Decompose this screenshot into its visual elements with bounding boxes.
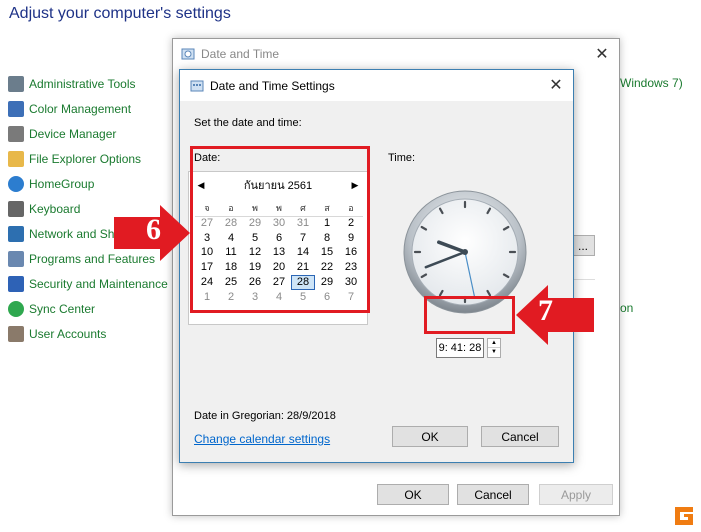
control-panel-item[interactable]: HomeGroup <box>8 171 168 196</box>
control-panel-item-label: Color Management <box>29 101 132 116</box>
control-panel-item-label: Keyboard <box>29 201 81 216</box>
control-panel-item-label: Sync Center <box>29 301 96 316</box>
control-panel-item-label: Administrative Tools <box>29 76 136 91</box>
inner-dialog-title: Date and Time Settings <box>180 70 573 101</box>
control-panel-item-label: HomeGroup <box>29 176 95 191</box>
outer-ok-button[interactable]: OK <box>377 484 449 505</box>
partial-right-text: Windows 7) <box>620 76 683 90</box>
spin-down-icon[interactable]: ▼ <box>488 348 500 357</box>
calendar-app-icon <box>190 79 204 93</box>
instruction-text: Set the date and time: <box>194 117 302 129</box>
gregorian-date-text: Date in Gregorian: 28/9/2018 <box>194 410 336 422</box>
spin-up-icon[interactable]: ▲ <box>488 339 500 348</box>
programs-icon <box>8 250 24 267</box>
keyboard-icon <box>8 200 24 217</box>
control-panel-item-label: Security and Maintenance <box>29 276 168 291</box>
time-input[interactable]: 9: 41: 28 <box>436 338 484 358</box>
control-panel-item[interactable]: Device Manager <box>8 121 168 146</box>
time-label: Time: <box>388 152 416 164</box>
network-icon <box>8 225 24 242</box>
inner-ok-button[interactable]: OK <box>392 426 468 447</box>
device-manager-icon <box>8 125 24 142</box>
date-highlight-box <box>190 146 370 313</box>
control-panel-item[interactable]: User Accounts <box>8 321 168 346</box>
control-panel-item[interactable]: Color Management <box>8 96 168 121</box>
outer-close-button[interactable]: ✕ <box>587 40 617 68</box>
outer-apply-button[interactable]: Apply <box>539 484 613 505</box>
step-7-number: 7 <box>538 294 553 327</box>
outer-dialog-title: Date and Time <box>173 39 619 69</box>
control-panel-item-label: Network and Sha <box>29 226 122 241</box>
control-panel-item-label: File Explorer Options <box>29 151 142 166</box>
control-panel-item[interactable]: File Explorer Options <box>8 146 168 171</box>
flag-icon <box>8 275 24 292</box>
outer-cancel-button[interactable]: Cancel <box>457 484 529 505</box>
control-panel-item[interactable]: Security and Maintenance <box>8 271 168 296</box>
control-panel-item-label: Device Manager <box>29 126 117 141</box>
page-title: Adjust your computer's settings <box>9 5 231 22</box>
admin-tools-icon <box>8 75 24 92</box>
step-7-arrow-icon <box>516 285 594 345</box>
outer-hidden-button[interactable]: ... <box>571 235 595 256</box>
control-panel-item[interactable]: Sync Center <box>8 296 168 321</box>
brand-logo-icon <box>675 507 693 525</box>
inner-close-button[interactable]: ✕ <box>541 71 571 99</box>
inner-cancel-button[interactable]: Cancel <box>481 426 559 447</box>
control-panel-item-label: User Accounts <box>29 326 107 341</box>
homegroup-icon <box>8 175 24 192</box>
change-calendar-settings-link[interactable]: Change calendar settings <box>194 432 330 446</box>
step-6-number: 6 <box>146 213 161 246</box>
sync-icon <box>8 300 24 317</box>
outer-divider <box>571 279 595 280</box>
control-panel-item[interactable]: Administrative Tools <box>8 71 168 96</box>
clock-app-icon <box>181 47 195 61</box>
time-highlight-box <box>424 296 515 334</box>
partial-right-text-2: on <box>620 301 634 315</box>
user-accounts-icon <box>8 325 24 342</box>
folder-options-icon <box>8 150 24 167</box>
color-management-icon <box>8 100 24 117</box>
time-spinner[interactable]: ▲ ▼ <box>487 338 501 358</box>
